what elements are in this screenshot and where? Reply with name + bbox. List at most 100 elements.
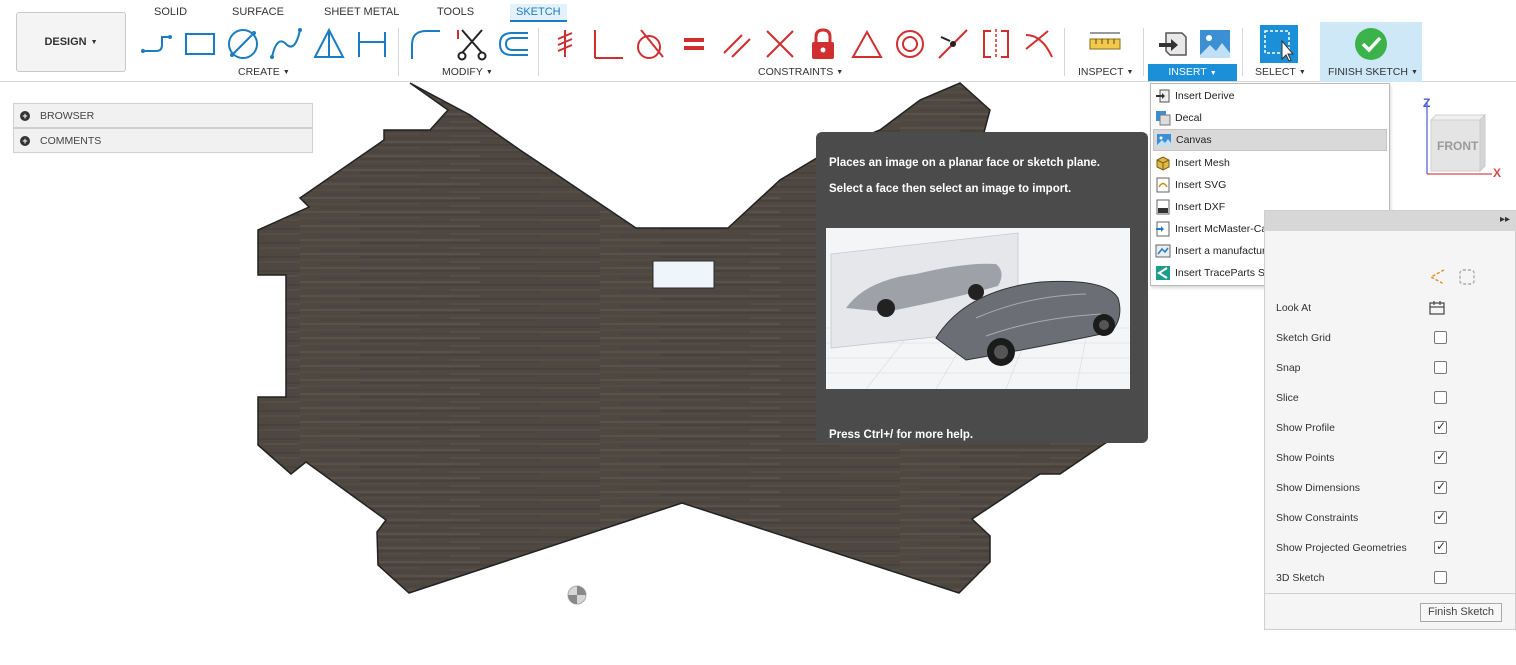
canvas-tooltip: Places an image on a planar face or sket… (816, 132, 1148, 443)
expand-plus-icon[interactable]: + (20, 135, 30, 146)
traceparts-icon (1155, 265, 1171, 281)
palette-option-checkbox[interactable] (1434, 331, 1447, 344)
tab-tools[interactable]: TOOLS (431, 4, 480, 22)
look-at-row: Look At (1276, 302, 1506, 314)
tab-solid[interactable]: SOLID (148, 4, 193, 22)
finish-sketch-palette-button[interactable]: Finish Sketch (1420, 603, 1502, 622)
sketch-palette-header[interactable]: ▸▸ (1265, 211, 1516, 231)
concentric-constraint-icon[interactable] (893, 27, 927, 61)
create-menu[interactable]: CREATE ▼ (238, 66, 290, 78)
select-window-icon[interactable] (1260, 25, 1298, 63)
expand-plus-icon[interactable]: + (20, 110, 30, 121)
tooltip-instruction: Select a face then select an image to im… (829, 183, 1072, 195)
menu-item-insert-mesh[interactable]: Insert Mesh (1153, 152, 1387, 174)
palette-divider (1265, 593, 1516, 594)
checkmark-icon (1355, 28, 1387, 60)
insert-derive-icon (1155, 88, 1171, 104)
palette-option-checkbox[interactable] (1434, 571, 1447, 584)
equal-constraint-icon[interactable] (677, 27, 711, 61)
offset-tool-icon[interactable] (496, 27, 530, 61)
chevron-down-icon: ▼ (485, 69, 493, 76)
menu-item-insert-derive[interactable]: Insert Derive (1153, 85, 1387, 107)
symmetry-triangle-icon[interactable] (850, 27, 884, 61)
insert-derive-icon[interactable] (1156, 27, 1190, 61)
tab-sketch[interactable]: SKETCH (510, 4, 567, 22)
view-cube[interactable]: FRONT Z X (1400, 92, 1510, 187)
toolbar-divider (1064, 28, 1065, 76)
decal-icon (1155, 110, 1171, 126)
line-tool-icon[interactable] (140, 27, 174, 61)
insert-canvas-image-icon[interactable] (1198, 27, 1232, 61)
palette-option-row: Show Points (1276, 449, 1506, 464)
palette-option-label: Show Projected Geometries (1276, 542, 1407, 554)
toolbar-divider (1143, 28, 1144, 76)
palette-option-label: Sketch Grid (1276, 332, 1331, 344)
tooltip-help-hint: Press Ctrl+/ for more help. (829, 429, 974, 441)
palette-option-checkbox[interactable] (1434, 391, 1447, 404)
inspect-menu[interactable]: INSPECT ▼ (1078, 66, 1133, 78)
triangle-polygon-tool-icon[interactable] (312, 27, 346, 61)
chevron-down-icon: ▼ (1126, 69, 1134, 76)
tooltip-description: Places an image on a planar face or sket… (829, 157, 1101, 169)
constraints-menu[interactable]: CONSTRAINTS ▼ (758, 66, 843, 78)
insert-menu[interactable]: INSERT ▼ (1148, 64, 1237, 81)
palette-option-checkbox[interactable] (1434, 479, 1447, 494)
finish-sketch-button[interactable]: FINISH SKETCH ▼ (1320, 22, 1422, 82)
spline-tool-icon[interactable] (269, 27, 303, 61)
parallel-constraint-icon[interactable] (720, 27, 754, 61)
palette-option-label: Snap (1276, 362, 1301, 374)
workspace-label: DESIGN (44, 36, 87, 48)
palette-option-checkbox[interactable] (1434, 361, 1447, 374)
toolbar: DESIGN ▼ SOLID SURFACE SHEET METAL TOOLS… (0, 0, 1516, 82)
curvature-constraint-icon[interactable] (1022, 27, 1056, 61)
select-menu[interactable]: SELECT ▼ (1255, 66, 1306, 78)
x-axis-label: X (1493, 166, 1502, 180)
browser-label: BROWSER (40, 109, 95, 122)
tab-surface[interactable]: SURFACE (226, 4, 290, 22)
palette-option-row: Show Profile (1276, 419, 1506, 434)
menu-item-decal[interactable]: Decal (1153, 107, 1387, 129)
fix-lock-icon[interactable] (806, 27, 840, 61)
tangent-constraint-icon[interactable] (633, 27, 667, 61)
palette-option-label: Slice (1276, 392, 1299, 404)
fixed-geometry-icon[interactable] (1458, 268, 1476, 286)
workspace-switcher-button[interactable]: DESIGN ▼ (16, 12, 126, 72)
menu-item-insert-svg[interactable]: Insert SVG (1153, 174, 1387, 196)
menu-item-canvas[interactable]: Canvas (1153, 129, 1387, 151)
rectangle-tool-icon[interactable] (183, 27, 217, 61)
look-at-icon[interactable] (1428, 300, 1446, 316)
double-chevron-right-icon[interactable]: ▸▸ (1500, 214, 1510, 225)
symmetric-constraint-icon[interactable] (979, 27, 1013, 61)
palette-option-checkbox[interactable] (1434, 509, 1447, 524)
trim-scissors-icon[interactable] (454, 27, 488, 61)
tab-sheet-metal[interactable]: SHEET METAL (318, 4, 405, 22)
coincident-constraint-icon[interactable] (548, 27, 582, 61)
palette-option-row: 3D Sketch (1276, 571, 1506, 584)
dimension-tool-icon[interactable] (355, 27, 389, 61)
browser-panel[interactable]: + BROWSER (13, 103, 313, 128)
construction-line-icon[interactable] (1428, 268, 1446, 286)
fillet-tool-icon[interactable] (409, 27, 443, 61)
chevron-down-icon: ▼ (836, 69, 844, 76)
comments-panel[interactable]: + COMMENTS (13, 128, 313, 153)
palette-option-checkbox[interactable] (1434, 449, 1447, 464)
midpoint-constraint-icon[interactable] (763, 27, 797, 61)
view-cube-face-label[interactable]: FRONT (1437, 139, 1478, 153)
palette-option-row: Show Constraints (1276, 509, 1506, 524)
perpendicular-constraint-icon[interactable] (591, 27, 625, 61)
origin-point-icon[interactable] (567, 585, 587, 605)
svg-file-icon (1155, 177, 1171, 193)
measure-ruler-icon[interactable] (1088, 27, 1122, 61)
collinear-constraint-icon[interactable] (936, 27, 970, 61)
sketch-slot-rectangle[interactable] (652, 260, 715, 289)
palette-option-row: Show Dimensions (1276, 479, 1506, 494)
mcmaster-carr-icon (1155, 221, 1171, 237)
palette-option-label: Show Constraints (1276, 512, 1359, 524)
palette-option-row: Slice (1276, 391, 1506, 404)
circle-tool-icon[interactable] (226, 27, 260, 61)
dxf-file-icon (1155, 199, 1171, 215)
modify-menu[interactable]: MODIFY ▼ (442, 66, 493, 78)
palette-option-checkbox[interactable] (1434, 539, 1447, 554)
palette-option-checkbox[interactable] (1434, 419, 1447, 434)
palette-option-label: Show Points (1276, 452, 1335, 464)
